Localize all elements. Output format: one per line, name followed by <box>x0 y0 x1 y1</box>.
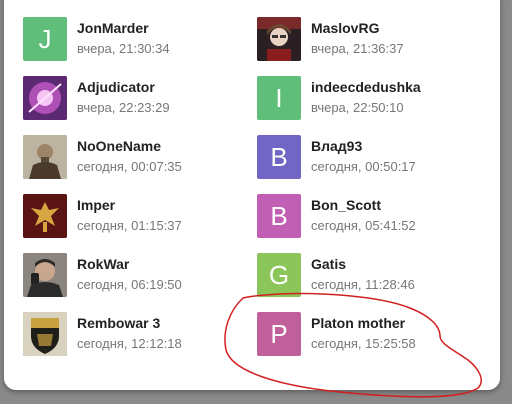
user-item[interactable]: I indeecdedushka вчера, 22:50:10 <box>257 76 487 122</box>
user-item[interactable]: Rembowar 3 сегодня, 12:12:18 <box>23 312 253 358</box>
user-name[interactable]: Gatis <box>311 256 346 272</box>
user-item[interactable]: P Platon mother сегодня, 15:25:58 <box>257 312 487 358</box>
user-item[interactable]: B Bon_Scott сегодня, 05:41:52 <box>257 194 487 240</box>
user-last-seen: вчера, 22:23:29 <box>77 100 170 115</box>
user-item[interactable]: MaslovRG вчера, 21:36:37 <box>257 17 487 63</box>
user-last-seen: вчера, 21:36:37 <box>311 41 404 56</box>
user-last-seen: вчера, 22:50:10 <box>311 100 404 115</box>
user-avatar: B <box>257 194 301 238</box>
portrait-avatar-icon <box>257 17 301 61</box>
user-item[interactable]: B Влад93 сегодня, 00:50:17 <box>257 135 487 181</box>
portrait-avatar-icon <box>23 135 67 179</box>
user-avatar <box>23 135 67 179</box>
user-item[interactable]: Adjudicator вчера, 22:23:29 <box>23 76 253 122</box>
user-avatar <box>257 17 301 61</box>
user-name[interactable]: Rembowar 3 <box>77 315 160 331</box>
user-last-seen: вчера, 21:30:34 <box>77 41 170 56</box>
user-item[interactable]: Imper сегодня, 01:15:37 <box>23 194 253 240</box>
user-last-seen: сегодня, 05:41:52 <box>311 218 416 233</box>
user-name[interactable]: Platon mother <box>311 315 405 331</box>
user-avatar <box>23 312 67 356</box>
user-name[interactable]: NoOneName <box>77 138 161 154</box>
user-avatar: P <box>257 312 301 356</box>
user-name[interactable]: Влад93 <box>311 138 362 154</box>
user-avatar: J <box>23 17 67 61</box>
user-last-seen: сегодня, 12:12:18 <box>77 336 182 351</box>
user-avatar <box>23 194 67 238</box>
user-name[interactable]: Adjudicator <box>77 79 155 95</box>
user-last-seen: сегодня, 00:07:35 <box>77 159 182 174</box>
user-name[interactable]: Bon_Scott <box>311 197 381 213</box>
user-avatar: B <box>257 135 301 179</box>
user-avatar: I <box>257 76 301 120</box>
shield-emblem-avatar-icon <box>23 312 67 356</box>
online-users-panel: J JonMarder вчера, 21:30:34 MaslovRG вче… <box>4 0 500 390</box>
user-last-seen: сегодня, 15:25:58 <box>311 336 416 351</box>
user-name[interactable]: Imper <box>77 197 115 213</box>
user-avatar <box>23 253 67 297</box>
user-last-seen: сегодня, 11:28:46 <box>311 277 415 292</box>
portrait-avatar-icon <box>23 253 67 297</box>
user-item[interactable]: NoOneName сегодня, 00:07:35 <box>23 135 253 181</box>
user-name[interactable]: indeecdedushka <box>311 79 421 95</box>
user-avatar: G <box>257 253 301 297</box>
magic-art-avatar-icon <box>23 76 67 120</box>
user-name[interactable]: MaslovRG <box>311 20 379 36</box>
user-last-seen: сегодня, 00:50:17 <box>311 159 416 174</box>
user-name[interactable]: JonMarder <box>77 20 149 36</box>
user-item[interactable]: G Gatis сегодня, 11:28:46 <box>257 253 487 299</box>
user-avatar <box>23 76 67 120</box>
user-last-seen: сегодня, 06:19:50 <box>77 277 182 292</box>
user-item[interactable]: RokWar сегодня, 06:19:50 <box>23 253 253 299</box>
eagle-emblem-avatar-icon <box>23 194 67 238</box>
user-name[interactable]: RokWar <box>77 256 129 272</box>
user-item[interactable]: J JonMarder вчера, 21:30:34 <box>23 17 253 63</box>
user-last-seen: сегодня, 01:15:37 <box>77 218 182 233</box>
